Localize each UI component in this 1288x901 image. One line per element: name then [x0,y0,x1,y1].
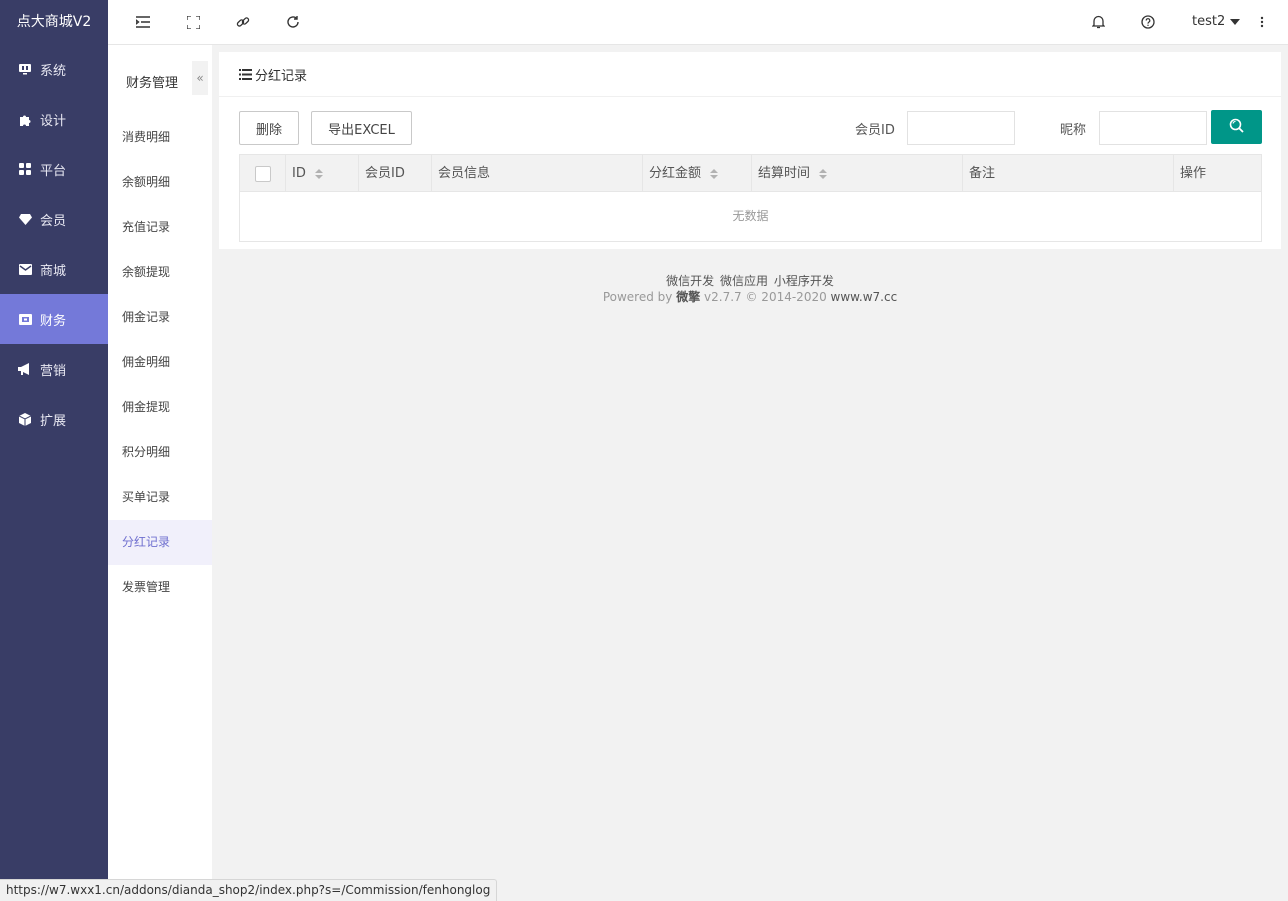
footer-link-miniprogram[interactable]: 小程序开发 [774,274,834,288]
member-id-label: 会员ID [855,123,895,138]
subnav-item-balance[interactable]: 余额明细 [108,160,212,205]
powered-by-text: Powered by [602,290,673,304]
column-label: 操作 [1180,165,1207,181]
sidebar-item-label: 营销 [40,363,67,379]
footer-copyright: Powered by 微擎 v2.7.7 © 2014-2020 www.w7.… [219,289,1281,305]
footer-link-wechat-dev[interactable]: 微信开发 [666,274,714,288]
nickname-label: 昵称 [1060,123,1087,138]
list-icon [239,68,252,80]
column-header-member-info: 会员信息 [431,155,642,192]
sort-icon[interactable] [314,168,323,179]
member-id-input[interactable] [907,111,1015,145]
export-excel-button[interactable]: 导出EXCEL [311,111,412,145]
page-footer: 微信开发 微信应用 小程序开发 Powered by 微擎 v2.7.7 © 2… [219,273,1281,305]
select-all-cell [240,155,285,192]
wallet-icon [18,312,32,326]
sidebar-item-platform[interactable]: 平台 [0,144,108,194]
nickname-input[interactable] [1099,111,1207,145]
sidebar-item-label: 系统 [40,63,67,79]
column-label: 备注 [969,165,996,181]
select-all-checkbox[interactable] [254,165,271,182]
sort-icon[interactable] [819,168,828,179]
browser-status-url: https://w7.wxx1.cn/addons/dianda_shop2/i… [0,879,498,901]
footer-link-wechat-app[interactable]: 微信应用 [720,274,768,288]
monitor-icon [18,62,32,76]
sidebar-item-label: 会员 [40,213,67,229]
column-header-dividend-amount[interactable]: 分红金额 [642,155,751,192]
help-icon[interactable] [1139,13,1157,31]
fullscreen-icon[interactable] [184,13,202,31]
cube-icon [18,412,32,426]
delete-button[interactable]: 删除 [239,111,299,145]
column-label: ID [292,165,306,181]
sidebar-item-label: 财务 [40,313,67,329]
subnav-item-dividend[interactable]: 分红记录 [108,520,212,565]
subnav-list: 消费明细 余额明细 充值记录 余额提现 佣金记录 佣金明细 佣金提现 积分明细 … [108,115,212,610]
user-name-label: test2 [1192,14,1226,29]
grid-icon [18,162,32,176]
column-label: 结算时间 [758,165,811,181]
app-logo[interactable]: 点大商城V2 [0,0,108,44]
footer-links: 微信开发 微信应用 小程序开发 [219,273,1281,289]
sort-icon[interactable] [710,168,719,179]
subnav-item-balance-withdraw[interactable]: 余额提现 [108,250,212,295]
main-sidebar: 点大商城V2 系统 设计 平台 会员 商城 财务 营销 扩展 [0,0,108,901]
subnav-title: 财务管理 [126,76,179,91]
dividend-table: ID 会员ID 会员信息 分红金额 结算时间 备注 操作 无数据 [239,154,1262,242]
column-label: 会员ID [365,165,405,181]
sidebar-item-member[interactable]: 会员 [0,194,108,244]
mail-icon [18,262,32,276]
sidebar-item-label: 设计 [40,113,67,129]
collapse-sidebar-button[interactable]: « [192,61,208,95]
column-header-member-id: 会员ID [358,155,431,192]
sidebar-item-system[interactable]: 系统 [0,44,108,94]
subnav-item-points[interactable]: 积分明细 [108,430,212,475]
subnav-item-recharge[interactable]: 充值记录 [108,205,212,250]
secondary-sidebar: 财务管理 « 消费明细 余额明细 充值记录 余额提现 佣金记录 佣金明细 佣金提… [108,45,212,901]
sidebar-item-extension[interactable]: 扩展 [0,394,108,444]
sidebar-item-label: 扩展 [40,413,67,429]
column-header-id[interactable]: ID [285,155,358,192]
link-icon[interactable] [234,13,252,31]
refresh-icon[interactable] [284,13,302,31]
page-title: 分红记录 [255,68,308,84]
user-menu[interactable]: test2 [1192,14,1241,29]
card-header: 分红记录 [219,52,1281,97]
top-header: test2 [108,0,1288,45]
subnav-item-commission-withdraw[interactable]: 佣金提现 [108,385,212,430]
sidebar-item-label: 商城 [40,263,67,279]
sidebar-item-finance[interactable]: 财务 [0,294,108,344]
double-chevron-left-icon: « [196,71,204,85]
column-label: 分红金额 [649,165,702,181]
search-icon [1229,118,1244,137]
column-header-settle-time[interactable]: 结算时间 [751,155,962,192]
site-link[interactable]: www.w7.cc [831,290,898,304]
more-icon[interactable] [1253,13,1271,31]
menu-fold-icon[interactable] [134,13,152,31]
sidebar-item-mall[interactable]: 商城 [0,244,108,294]
subnav-item-commission-record[interactable]: 佣金记录 [108,295,212,340]
subnav-item-consumption[interactable]: 消费明细 [108,115,212,160]
column-header-remark: 备注 [962,155,1173,192]
diamond-icon [18,212,32,226]
subnav-item-invoice[interactable]: 发票管理 [108,565,212,610]
sidebar-item-marketing[interactable]: 营销 [0,344,108,394]
subnav-item-commission-detail[interactable]: 佣金明细 [108,340,212,385]
column-header-actions: 操作 [1173,155,1261,192]
table-header: ID 会员ID 会员信息 分红金额 结算时间 备注 操作 [240,155,1261,192]
megaphone-icon [18,362,32,376]
caret-down-icon [1230,18,1241,25]
subnav-item-bill-pay[interactable]: 买单记录 [108,475,212,520]
puzzle-icon [18,112,32,126]
sidebar-item-label: 平台 [40,163,67,179]
search-button[interactable] [1211,110,1262,144]
dividend-records-card: 分红记录 删除 导出EXCEL 会员ID 昵称 ID 会员ID 会员信息 分红金… [219,52,1281,249]
sidebar-item-design[interactable]: 设计 [0,94,108,144]
table-empty-state: 无数据 [732,209,769,223]
column-label: 会员信息 [438,165,491,181]
version-text: v2.7.7 © 2014-2020 [704,290,827,304]
bell-icon[interactable] [1089,13,1107,31]
brand-name[interactable]: 微擎 [676,290,700,304]
